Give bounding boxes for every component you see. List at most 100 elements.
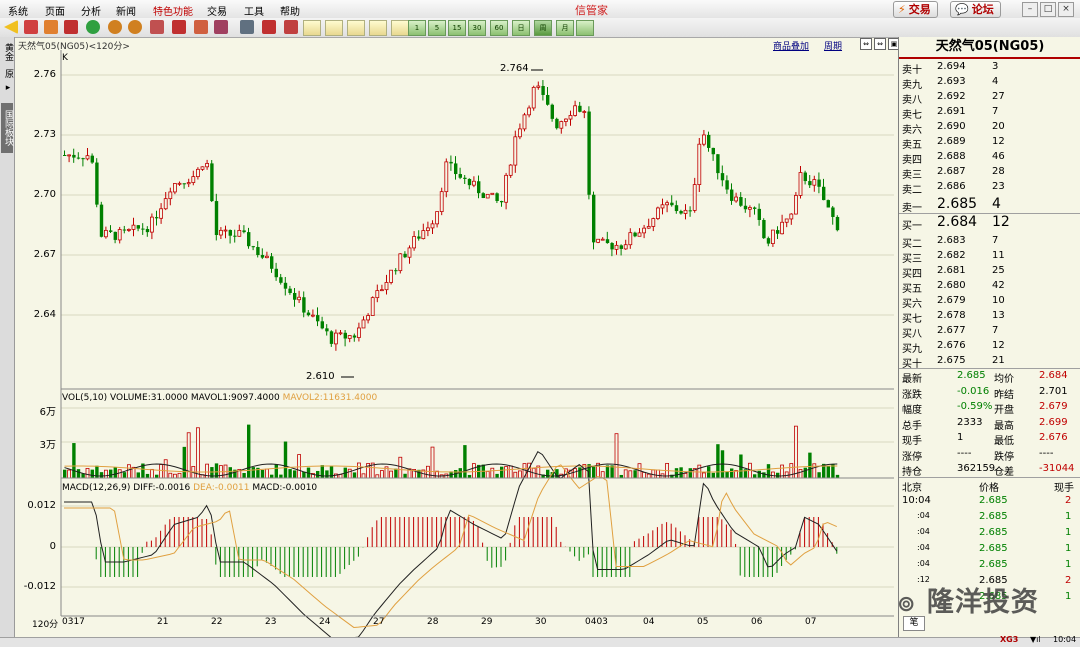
report-icon[interactable] (284, 20, 298, 34)
side-arrow-icon[interactable]: ▸ (1, 83, 13, 93)
ask-level-4[interactable]: 卖四 2.688 46 (899, 151, 1080, 166)
trade-button[interactable]: ⚡ 交易 (893, 1, 938, 18)
ask-level-1[interactable]: 卖一 2.685 4 (899, 196, 1080, 214)
candle-body (352, 335, 357, 338)
draw-tool-icon[interactable] (194, 20, 208, 34)
menu-trade[interactable]: 交易 (207, 3, 227, 18)
period-week-button[interactable]: 周 (534, 20, 552, 36)
ask-level-2[interactable]: 卖二 2.686 23 (899, 181, 1080, 196)
minimize-button[interactable]: – (1022, 2, 1038, 17)
book-icon[interactable] (44, 20, 58, 34)
toolbar-k5[interactable] (391, 20, 409, 36)
candle-body (582, 111, 587, 113)
toolbar-k1[interactable] (303, 20, 321, 36)
ask-level-8[interactable]: 卖八 2.692 27 (899, 91, 1080, 106)
bid-level-7[interactable]: 买七 2.678 13 (899, 310, 1080, 325)
ask-level-10[interactable]: 卖十 2.694 3 (899, 61, 1080, 76)
home-icon[interactable] (24, 20, 38, 34)
period-60-button[interactable]: 60 (490, 20, 508, 36)
toolbar-k3[interactable] (347, 20, 365, 36)
ask-level-6[interactable]: 卖六 2.690 20 (899, 121, 1080, 136)
menu-system[interactable]: 系统 (8, 3, 28, 18)
candle-body (477, 181, 481, 194)
side-tab-gold[interactable]: 黄金 (1, 41, 13, 63)
candle-body (748, 207, 752, 210)
zoom-in-icon[interactable] (108, 20, 122, 34)
trade-row: :04 2.685 1 (899, 527, 1080, 543)
trade-time: :04 (917, 527, 930, 536)
candle-body (550, 104, 554, 119)
bid-level-8[interactable]: 买八 2.677 7 (899, 325, 1080, 340)
candle-body (247, 232, 251, 247)
period-year-button[interactable] (576, 20, 594, 36)
forum-button[interactable]: 💬 论坛 (950, 1, 1001, 18)
period-5-button[interactable]: 5 (428, 20, 446, 36)
candle-body (660, 204, 665, 209)
bid-level-3[interactable]: 买三 2.682 11 (899, 250, 1080, 265)
candle-body (117, 229, 122, 241)
candle-body (808, 181, 812, 186)
menu-help[interactable]: 帮助 (280, 3, 300, 18)
stat-label-2: 最高 (994, 420, 1014, 432)
expand-icon[interactable]: ⇔ (874, 38, 886, 50)
maximize-button[interactable]: □ (1040, 2, 1056, 17)
ask-level-5[interactable]: 卖五 2.689 12 (899, 136, 1080, 151)
shrink-icon[interactable]: ⇔ (860, 38, 872, 50)
candle-body (421, 230, 426, 240)
ask-level-3[interactable]: 卖三 2.687 28 (899, 166, 1080, 181)
stats-trades-divider (899, 477, 1080, 478)
volume-bar (113, 467, 117, 478)
menu-features[interactable]: 特色功能 (153, 3, 193, 18)
kline-chart[interactable] (14, 50, 898, 637)
menu-analysis[interactable]: 分析 (81, 3, 101, 18)
level-volume: 25 (992, 265, 1005, 276)
menu-news[interactable]: 新闻 (116, 3, 136, 18)
bid-level-2[interactable]: 买二 2.683 7 (899, 235, 1080, 250)
bid-level-1[interactable]: 买一 2.684 12 (899, 214, 1080, 232)
crosshair-icon[interactable] (150, 20, 164, 34)
ask-level-9[interactable]: 卖九 2.693 4 (899, 76, 1080, 91)
candle-body (356, 327, 361, 338)
level-label: 卖九 (902, 80, 922, 91)
period-15-button[interactable]: 15 (448, 20, 466, 36)
toolbar-k2[interactable] (325, 20, 343, 36)
stat-value-1: -0.016 (957, 385, 990, 397)
x-label-0403: 0403 (585, 617, 608, 627)
level-price: 2.682 (937, 250, 966, 261)
close-button[interactable]: × (1058, 2, 1074, 17)
candle-body (191, 176, 196, 183)
ask-level-7[interactable]: 卖七 2.691 7 (899, 106, 1080, 121)
period-day-button[interactable]: 日 (512, 20, 530, 36)
menu-tools[interactable]: 工具 (244, 3, 264, 18)
price-y-label-270: 2.70 (33, 189, 56, 200)
bid-level-9[interactable]: 买九 2.676 12 (899, 340, 1080, 355)
chart-icon[interactable] (262, 20, 276, 34)
candle-body (812, 179, 817, 186)
volume-bar (398, 456, 403, 479)
toolbar-k4[interactable] (369, 20, 387, 36)
refresh-icon[interactable] (86, 20, 100, 34)
filter-icon[interactable] (214, 20, 228, 34)
candle-body (343, 332, 347, 339)
bid-level-5[interactable]: 买五 2.680 42 (899, 280, 1080, 295)
candle-body (757, 208, 761, 220)
volume-bar (242, 472, 246, 478)
bid-level-4[interactable]: 买四 2.681 25 (899, 265, 1080, 280)
period-30-button[interactable]: 30 (468, 20, 486, 36)
side-tab-intl[interactable]: 国际板块 (1, 103, 13, 153)
candle-body (177, 182, 182, 185)
period-month-button[interactable]: 月 (556, 20, 574, 36)
pen-icon[interactable] (172, 20, 186, 34)
level-price: 2.685 (937, 196, 978, 212)
menu-page[interactable]: 页面 (45, 3, 65, 18)
volume-bar (195, 427, 200, 479)
macd-y-label-neg: -0.012 (23, 581, 56, 592)
news-icon[interactable] (64, 20, 78, 34)
period-1-button[interactable]: 1 (408, 20, 426, 36)
back-icon[interactable] (4, 20, 18, 34)
table-icon[interactable] (240, 20, 254, 34)
candle-body (90, 155, 94, 163)
bid-level-6[interactable]: 买六 2.679 10 (899, 295, 1080, 310)
zoom-out-icon[interactable] (128, 20, 142, 34)
volume-bar (578, 467, 582, 478)
